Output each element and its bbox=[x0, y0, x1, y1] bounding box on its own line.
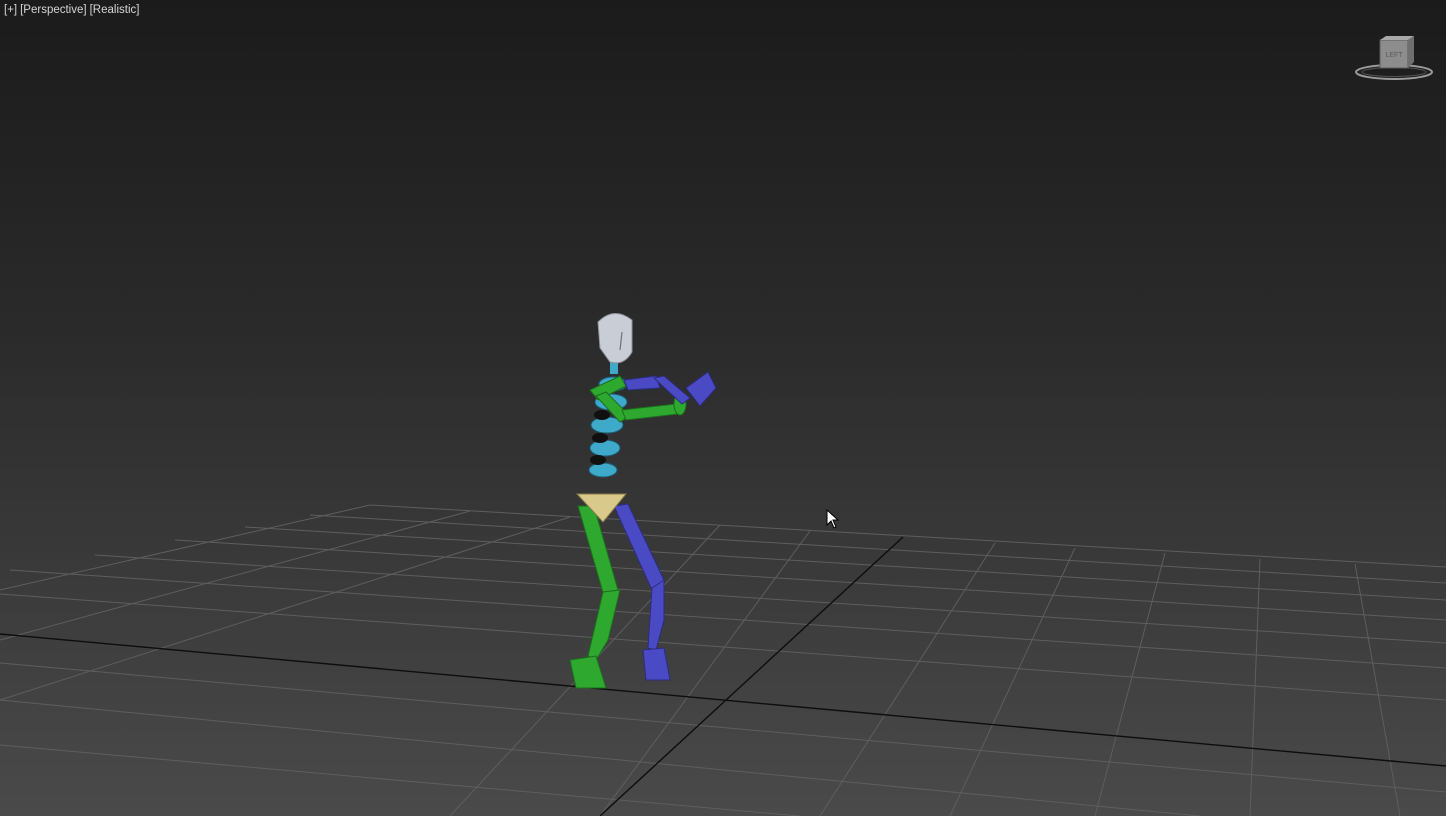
biped-head[interactable] bbox=[597, 313, 633, 364]
biped-spine-shadow bbox=[590, 410, 610, 465]
biped-skeleton[interactable] bbox=[569, 313, 717, 689]
scene-canvas[interactable] bbox=[0, 0, 1446, 816]
viewport-plus-menu[interactable]: [+] bbox=[4, 4, 17, 16]
viewport-label-bar: [+] [Perspective] [Realistic] bbox=[4, 4, 139, 16]
mouse-pointer-icon bbox=[826, 509, 840, 529]
grid-axis-lines bbox=[0, 536, 1446, 816]
biped-right-arm[interactable] bbox=[623, 371, 717, 407]
perspective-viewport[interactable]: [+] [Perspective] [Realistic] LEFT bbox=[0, 0, 1446, 816]
viewcube-face-label: LEFT bbox=[1385, 52, 1403, 59]
viewport-view-label[interactable]: [Perspective] bbox=[20, 4, 86, 16]
viewport-shading-label[interactable]: [Realistic] bbox=[90, 4, 140, 16]
biped-right-leg[interactable] bbox=[613, 503, 671, 681]
home-grid bbox=[0, 504, 1446, 816]
viewcube-icon[interactable]: LEFT bbox=[1352, 36, 1436, 84]
